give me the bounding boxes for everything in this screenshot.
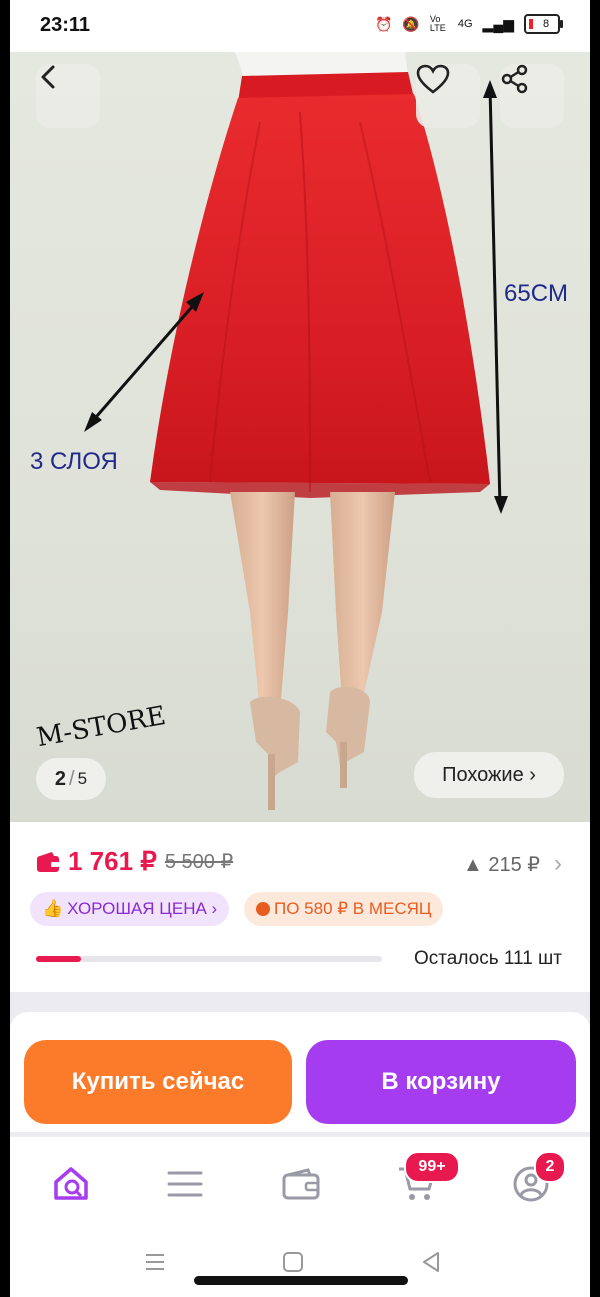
network-label: 4G	[457, 18, 473, 30]
old-price: 5 500 ₽	[164, 851, 234, 873]
app-screen: 23:11 ⏰ 🔕 Vo LTE 4G ▂▄▆ 8 65CM 3 СЛОЯ M-…	[10, 0, 590, 1297]
volte-label: Vo LTE	[429, 14, 446, 33]
product-gallery[interactable]: 65CM 3 СЛОЯ M-STORE 2 / 5 Похожие ›	[10, 52, 590, 822]
wallet-icon	[37, 851, 59, 872]
back-icon	[41, 65, 55, 89]
price-row: 1 761 ₽ 5 500 ₽	[36, 846, 233, 877]
mute-icon: 🔕	[402, 15, 420, 32]
profile-notification-badge: 2	[534, 1151, 566, 1183]
product-info-card: 1 761 ₽ 5 500 ₽ ▲ 215 ₽ › 👍 ХОРОШАЯ ЦЕНА…	[10, 822, 590, 992]
good-price-label: ХОРОШАЯ ЦЕНА ›	[67, 899, 218, 918]
favorite-button[interactable]	[416, 64, 480, 128]
status-time: 23:11	[40, 14, 91, 36]
product-photo	[84, 52, 508, 810]
similar-button[interactable]: Похожие ›	[414, 752, 564, 798]
recent-apps-icon[interactable]	[144, 1252, 166, 1272]
thumb-up-icon: 👍	[42, 899, 64, 918]
stock-remaining: Осталось 111 шт	[414, 948, 562, 969]
stock-progress-fill	[36, 956, 81, 962]
heart-icon	[416, 64, 450, 94]
installment-badge[interactable]: ПО 580 ₽ В МЕСЯЦ	[244, 892, 444, 926]
back-button[interactable]	[36, 64, 100, 128]
bottom-tab-bar: 99+ 2	[10, 1136, 590, 1229]
page-separator: /	[69, 767, 75, 790]
system-back-icon[interactable]	[420, 1251, 442, 1273]
gallery-page-counter: 2 / 5	[36, 758, 106, 800]
signal-icon: ▂▄▆	[482, 15, 514, 32]
system-nav-bar	[10, 1228, 590, 1297]
wallet-tab-icon	[282, 1168, 320, 1200]
battery-level: 8	[542, 18, 550, 30]
cart-count-badge: 99+	[404, 1151, 460, 1183]
menu-icon	[167, 1171, 203, 1197]
installment-icon	[256, 902, 270, 916]
price-drop-value: ▲ 215 ₽	[462, 853, 540, 876]
length-annotation: 65CM	[504, 280, 569, 307]
stock-progress-bar	[36, 956, 382, 962]
battery-icon: 8	[524, 14, 563, 34]
status-icons: ⏰ 🔕 Vo LTE 4G ▂▄▆ 8	[374, 14, 563, 34]
home-indicator[interactable]	[194, 1276, 408, 1285]
good-price-badge[interactable]: 👍 ХОРОШАЯ ЦЕНА ›	[30, 892, 230, 926]
alarm-icon: ⏰	[374, 15, 393, 32]
tab-wallet[interactable]	[276, 1159, 326, 1209]
chevron-right-icon: ›	[554, 850, 562, 877]
page-current: 2	[54, 767, 67, 790]
installment-label: ПО 580 ₽ В МЕСЯЦ	[274, 899, 432, 918]
current-price: 1 761 ₽	[68, 846, 157, 876]
status-bar: 23:11 ⏰ 🔕 Vo LTE 4G ▂▄▆ 8	[10, 0, 590, 52]
add-to-cart-button[interactable]: В корзину	[306, 1040, 576, 1124]
share-button[interactable]	[500, 64, 564, 128]
price-history-link[interactable]: ▲ 215 ₽ ›	[463, 850, 562, 878]
tab-home[interactable]	[46, 1159, 96, 1209]
tab-catalog[interactable]	[160, 1159, 210, 1209]
buy-now-button[interactable]: Купить сейчас	[24, 1040, 292, 1124]
page-total: 5	[77, 769, 88, 788]
layers-annotation: 3 СЛОЯ	[30, 448, 118, 475]
home-icon[interactable]	[282, 1251, 304, 1273]
search-home-icon	[54, 1167, 88, 1200]
share-icon	[501, 64, 528, 94]
